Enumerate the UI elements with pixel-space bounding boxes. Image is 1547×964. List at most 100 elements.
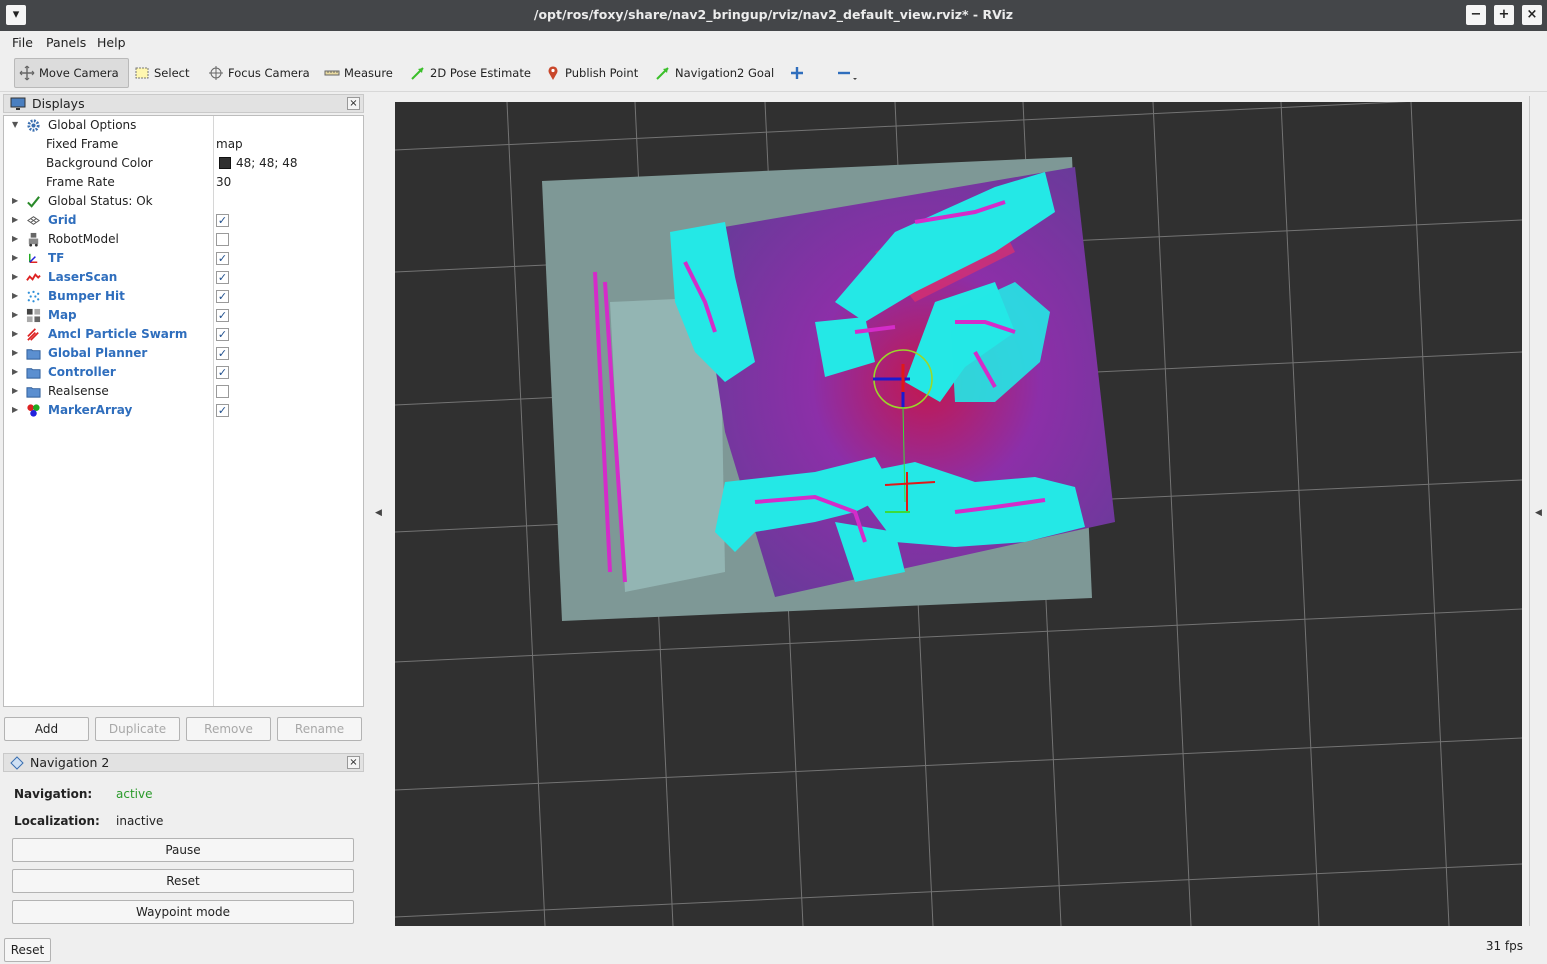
- display-enabled-checkbox[interactable]: ✓: [216, 347, 229, 360]
- display-enabled-checkbox[interactable]: ✓: [216, 252, 229, 265]
- tree-frame-rate[interactable]: Frame Rate 30: [4, 173, 363, 192]
- menu-file[interactable]: File: [12, 35, 33, 50]
- display-enabled-checkbox[interactable]: [216, 385, 229, 398]
- display-enabled-checkbox[interactable]: ✓: [216, 366, 229, 379]
- pose-array-icon: [27, 328, 39, 341]
- menu-help[interactable]: Help: [97, 35, 126, 50]
- display-enabled-checkbox[interactable]: ✓: [216, 271, 229, 284]
- waypoint-mode-button[interactable]: Waypoint mode: [12, 900, 354, 924]
- collapsed-arrow-icon[interactable]: ▶: [12, 291, 18, 300]
- close-window-button[interactable]: ×: [1522, 5, 1542, 25]
- display-enabled-checkbox[interactable]: ✓: [216, 309, 229, 322]
- collapsed-arrow-icon[interactable]: ▶: [12, 405, 18, 414]
- nav-goal-arrow-icon: [656, 67, 669, 80]
- collapse-left-panel-icon[interactable]: ◀: [375, 508, 382, 518]
- fps-readout: 31 fps: [1485, 939, 1523, 953]
- maximize-button[interactable]: +: [1494, 5, 1514, 25]
- collapsed-arrow-icon[interactable]: ▶: [12, 386, 18, 395]
- right-splitter[interactable]: [1529, 96, 1530, 926]
- display-item-map[interactable]: ▶ Map ✓: [4, 306, 363, 325]
- nav2-reset-button[interactable]: Reset: [12, 869, 354, 893]
- display-item-controller[interactable]: ▶ Controller ✓: [4, 363, 363, 382]
- navigation-status: active: [116, 787, 153, 801]
- nav2-title: Navigation 2: [30, 755, 110, 770]
- fixed-frame-value[interactable]: map: [216, 137, 243, 151]
- remove-tool-button[interactable]: [832, 58, 862, 88]
- tool-2d-pose-estimate[interactable]: 2D Pose Estimate: [406, 58, 535, 88]
- display-item-label: RobotModel: [48, 232, 119, 246]
- display-item-realsense[interactable]: ▶ Realsense: [4, 382, 363, 401]
- marker-icon: [27, 404, 40, 417]
- frame-rate-value[interactable]: 30: [216, 175, 231, 189]
- display-item-amcl-particle-swarm[interactable]: ▶ Amcl Particle Swarm ✓: [4, 325, 363, 344]
- checkmark-icon: [27, 196, 40, 208]
- tool-select[interactable]: Select: [130, 58, 193, 88]
- move-camera-icon: [19, 65, 35, 81]
- display-item-label: Controller: [48, 365, 116, 379]
- collapsed-arrow-icon[interactable]: ▶: [12, 196, 18, 205]
- folder-icon: [26, 387, 41, 398]
- display-item-laserscan[interactable]: ▶ LaserScan ✓: [4, 268, 363, 287]
- display-item-label: Grid: [48, 213, 77, 227]
- collapsed-arrow-icon[interactable]: ▶: [12, 329, 18, 338]
- rename-display-button[interactable]: Rename: [277, 717, 362, 741]
- tool-measure[interactable]: Measure: [320, 58, 397, 88]
- expanded-arrow-icon[interactable]: ▼: [12, 120, 18, 129]
- remove-display-button[interactable]: Remove: [186, 717, 271, 741]
- localization-label: Localization:: [14, 814, 100, 828]
- pose-estimate-arrow-icon: [411, 67, 424, 80]
- tree-background-color[interactable]: Background Color 48; 48; 48: [4, 154, 363, 173]
- tree-global-status[interactable]: ▶ Global Status: Ok: [4, 192, 363, 211]
- tool-navigation2-goal[interactable]: Navigation2 Goal: [651, 58, 778, 88]
- collapsed-arrow-icon[interactable]: ▶: [12, 272, 18, 281]
- display-enabled-checkbox[interactable]: ✓: [216, 290, 229, 303]
- background-color-value[interactable]: 48; 48; 48: [236, 156, 298, 170]
- color-swatch[interactable]: [219, 157, 231, 169]
- display-enabled-checkbox[interactable]: [216, 233, 229, 246]
- collapsed-arrow-icon[interactable]: ▶: [12, 253, 18, 262]
- display-item-markerarray[interactable]: ▶ MarkerArray ✓: [4, 401, 363, 420]
- duplicate-display-button[interactable]: Duplicate: [95, 717, 180, 741]
- map-pin-icon: [548, 66, 558, 80]
- reset-view-button[interactable]: Reset: [4, 938, 51, 962]
- display-enabled-checkbox[interactable]: ✓: [216, 328, 229, 341]
- display-item-grid[interactable]: ▶ Grid ✓: [4, 211, 363, 230]
- menu-panels[interactable]: Panels: [46, 35, 86, 50]
- tool-label: 2D Pose Estimate: [430, 66, 531, 80]
- display-item-global-planner[interactable]: ▶ Global Planner ✓: [4, 344, 363, 363]
- tool-label: Focus Camera: [228, 66, 310, 80]
- add-tool-button[interactable]: [785, 58, 809, 88]
- display-enabled-checkbox[interactable]: ✓: [216, 404, 229, 417]
- tool-move-camera[interactable]: Move Camera: [14, 58, 129, 88]
- display-item-tf[interactable]: ▶ TF ✓: [4, 249, 363, 268]
- menubar: File Panels Help: [0, 31, 1547, 54]
- window-titlebar: ▾ /opt/ros/foxy/share/nav2_bringup/rviz/…: [0, 0, 1547, 31]
- display-item-bumper-hit[interactable]: ▶ Bumper Hit ✓: [4, 287, 363, 306]
- collapsed-arrow-icon[interactable]: ▶: [12, 234, 18, 243]
- window-title: /opt/ros/foxy/share/nav2_bringup/rviz/na…: [533, 7, 1014, 22]
- plus-icon: [791, 67, 803, 79]
- display-enabled-checkbox[interactable]: ✓: [216, 214, 229, 227]
- map-render: [395, 102, 1522, 926]
- pause-button[interactable]: Pause: [12, 838, 354, 862]
- collapse-right-panel-icon[interactable]: ◀: [1535, 508, 1542, 518]
- collapsed-arrow-icon[interactable]: ▶: [12, 310, 18, 319]
- tool-publish-point[interactable]: Publish Point: [541, 58, 642, 88]
- grid-icon: [27, 216, 40, 225]
- close-displays-button[interactable]: ×: [347, 97, 360, 110]
- collapsed-arrow-icon[interactable]: ▶: [12, 215, 18, 224]
- collapsed-arrow-icon[interactable]: ▶: [12, 367, 18, 376]
- display-item-robotmodel[interactable]: ▶ RobotModel: [4, 230, 363, 249]
- render-viewport[interactable]: [395, 102, 1522, 926]
- tool-label: Select: [154, 66, 190, 80]
- tree-fixed-frame[interactable]: Fixed Frame map: [4, 135, 363, 154]
- tf-axes-icon: [29, 253, 38, 263]
- pointcloud-icon: [27, 290, 40, 303]
- add-display-button[interactable]: Add: [4, 717, 89, 741]
- collapsed-arrow-icon[interactable]: ▶: [12, 348, 18, 357]
- ruler-icon: [324, 70, 340, 76]
- tool-focus-camera[interactable]: Focus Camera: [204, 58, 314, 88]
- close-nav2-button[interactable]: ×: [347, 756, 360, 769]
- tree-global-options[interactable]: ▼ Global Options: [4, 116, 363, 135]
- minimize-button[interactable]: −: [1466, 5, 1486, 25]
